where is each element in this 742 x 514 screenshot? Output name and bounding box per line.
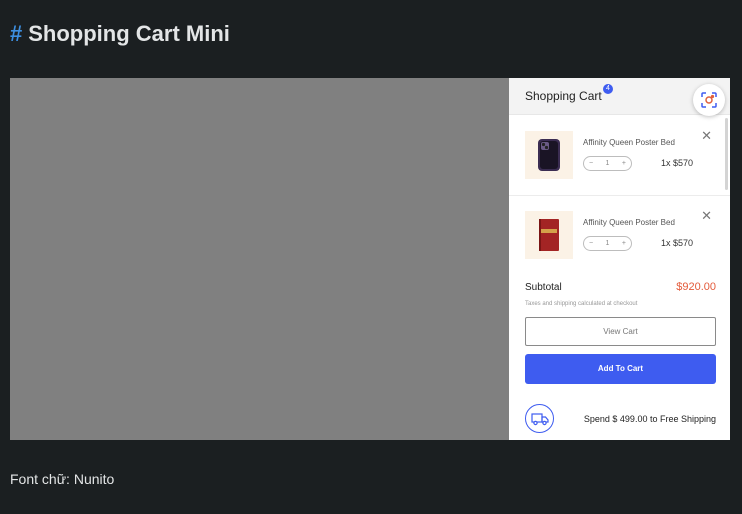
mini-cart-header: Shopping Cart 4 [509,78,730,116]
cart-item-price: 1x $570 [661,158,694,168]
mini-cart-title: Shopping Cart [525,89,602,103]
cart-item: Affinity Queen Poster Bed − 1 + 1x $570 … [509,196,730,266]
scrollbar[interactable] [725,118,728,190]
scan-button[interactable] [693,84,725,116]
tax-note: Taxes and shipping calculated at checkou… [525,301,638,307]
delivery-truck-icon [530,412,549,425]
demo-stage: Shopping Cart 4 Affinity Queen Poster Be… [10,78,730,440]
free-shipping-text: Spend $ 499.00 to Free Shipping [583,414,716,424]
add-to-cart-button[interactable]: Add To Cart [525,354,716,384]
qty-increase-button[interactable]: + [622,160,626,167]
cart-item-price: 1x $570 [661,238,694,248]
product-thumbnail[interactable] [525,131,573,179]
remove-item-button[interactable]: ✕ [701,209,712,222]
book-icon [539,219,559,251]
subtotal-label: Subtotal [525,282,562,293]
view-cart-button[interactable]: View Cart [525,317,716,346]
cart-item-name[interactable]: Affinity Queen Poster Bed [583,218,675,227]
qty-increase-button[interactable]: + [622,240,626,247]
cart-count-badge: 4 [603,84,613,94]
cart-items-list: Affinity Queen Poster Bed − 1 + 1x $570 … [509,116,730,266]
quantity-stepper: − 1 + [583,156,632,171]
shipping-icon-badge [525,404,554,433]
quantity-stepper: − 1 + [583,236,632,251]
page-title: # Shopping Cart Mini [10,21,230,47]
hash-symbol: # [10,21,23,46]
cart-item: Affinity Queen Poster Bed − 1 + 1x $570 … [509,116,730,196]
qty-value[interactable]: 1 [606,160,610,167]
mini-cart-panel: Shopping Cart 4 Affinity Queen Poster Be… [509,78,730,440]
qty-decrease-button[interactable]: − [589,240,593,247]
product-thumbnail[interactable] [525,211,573,259]
qty-decrease-button[interactable]: − [589,160,593,167]
phone-icon [538,139,560,171]
subtotal-value: $920.00 [676,281,716,293]
page-title-text: Shopping Cart Mini [28,21,230,46]
qty-value[interactable]: 1 [606,240,610,247]
font-note: Font chữ: Nunito [10,471,115,487]
cart-item-name[interactable]: Affinity Queen Poster Bed [583,138,675,147]
scan-icon [701,92,717,108]
remove-item-button[interactable]: ✕ [701,129,712,142]
